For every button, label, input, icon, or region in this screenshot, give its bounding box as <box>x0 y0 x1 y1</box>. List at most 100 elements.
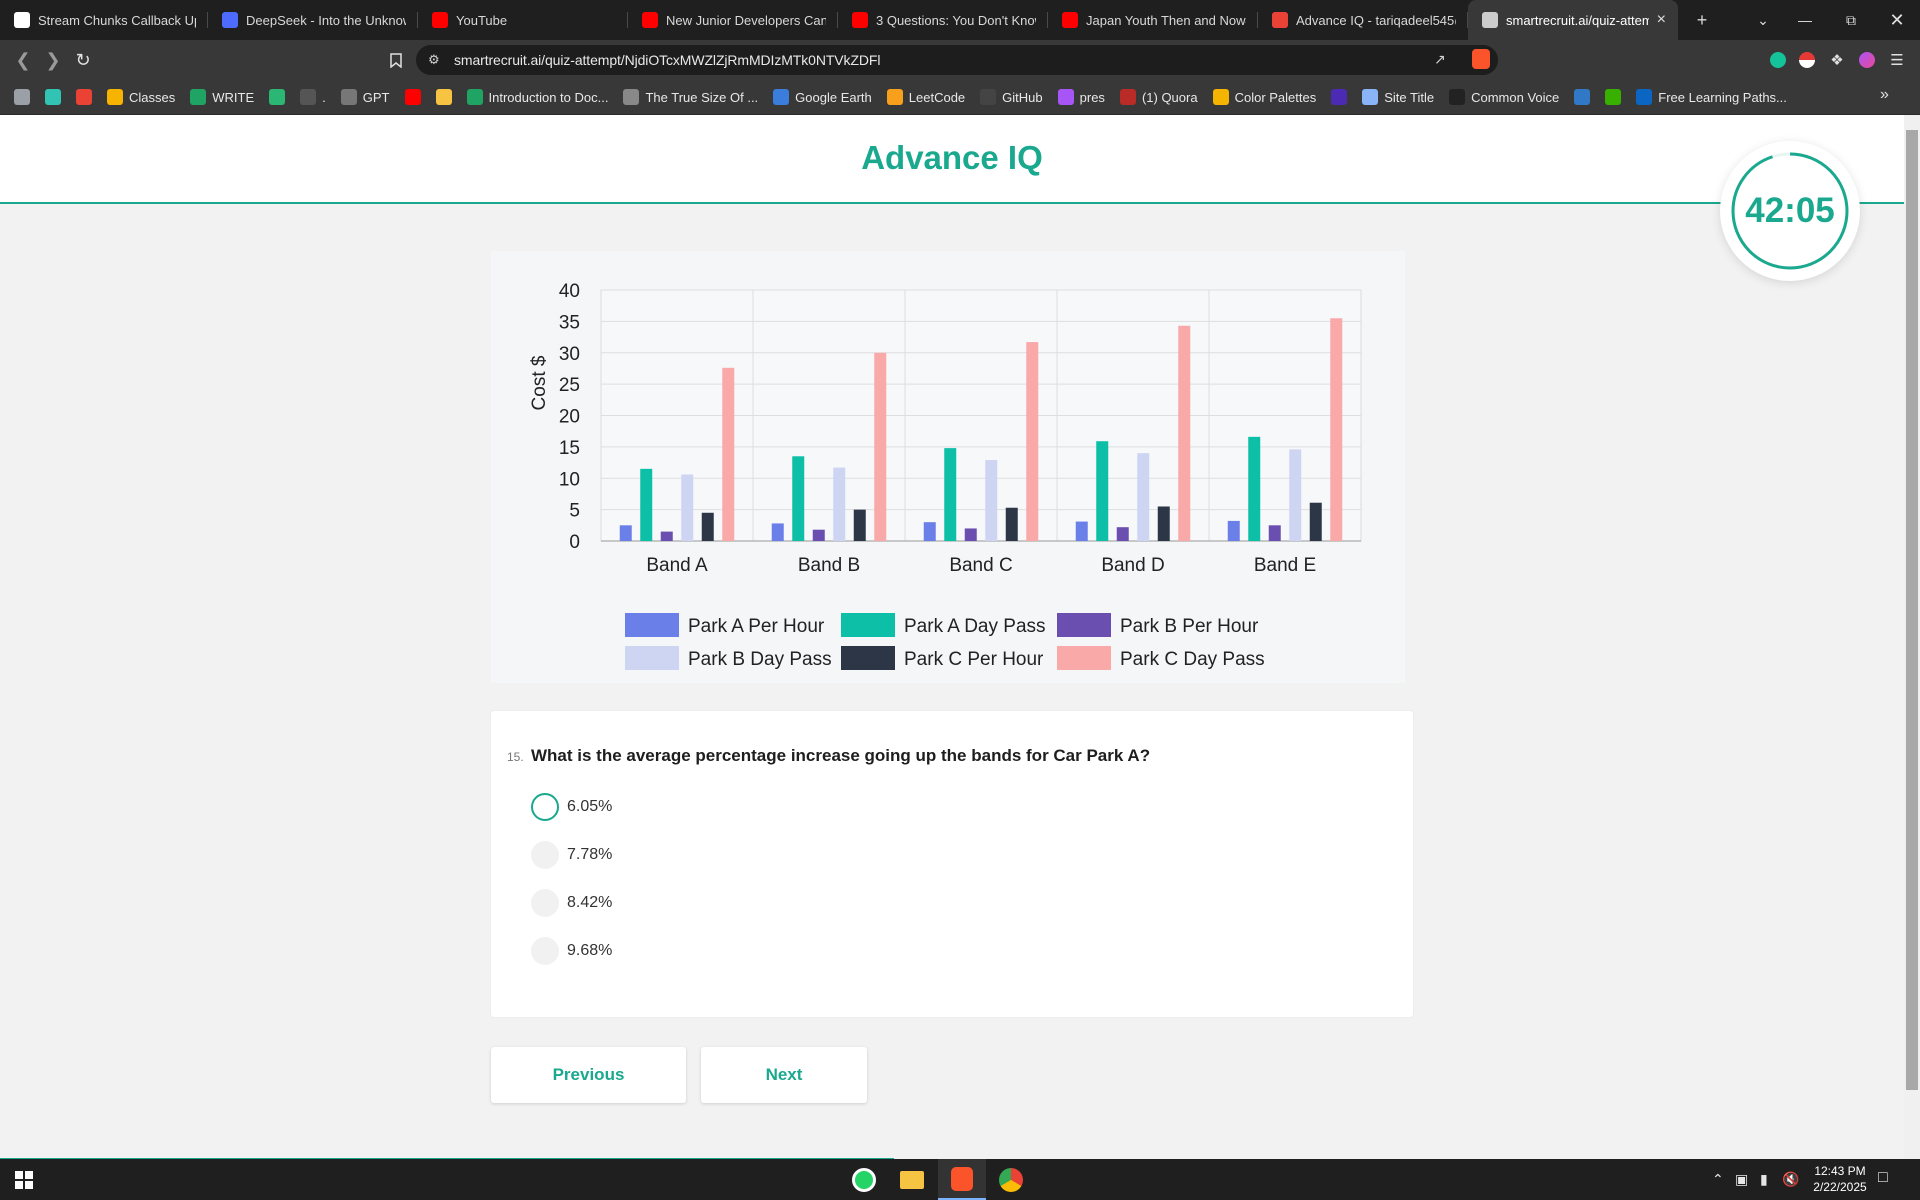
bar <box>619 525 632 541</box>
bookmark-item[interactable] <box>435 89 452 105</box>
bookmark-item[interactable] <box>76 89 92 105</box>
share-icon[interactable]: ↗ <box>1434 51 1446 68</box>
bookmark-item[interactable]: Color Palettes <box>1212 89 1317 105</box>
legend-label: Park B Per Hour <box>1120 616 1259 637</box>
browser-tab[interactable]: smartrecruit.ai/quiz-attem × <box>1468 0 1678 40</box>
bar <box>660 531 673 541</box>
bookmark-item[interactable]: . <box>300 89 326 105</box>
bar-chart: 0510152025303540 Band A Band B Band C Band … <box>529 281 1362 670</box>
bookmark-item[interactable]: GitHub <box>980 89 1043 105</box>
pokeball-extension-icon[interactable] <box>1797 50 1817 70</box>
bookmark-page-icon[interactable] <box>386 50 406 70</box>
brave-shield-icon[interactable] <box>1472 49 1490 69</box>
site-settings-icon[interactable]: ⚙ <box>428 52 440 68</box>
file-explorer-icon[interactable] <box>888 1159 936 1200</box>
answer-option-3[interactable]: 8.42% <box>531 888 612 918</box>
bookmark-item[interactable] <box>14 89 30 105</box>
bookmark-label: Color Palettes <box>1234 89 1317 105</box>
browser-tab[interactable]: New Junior Developers Can't A <box>628 0 838 40</box>
bookmark-item[interactable] <box>45 89 61 105</box>
bookmark-item[interactable]: LeetCode <box>886 89 965 105</box>
option-label: 6.05% <box>567 798 613 815</box>
forward-button[interactable]: ❯ <box>38 45 68 75</box>
back-button[interactable]: ❮ <box>8 45 38 75</box>
tab-search-chevron-icon[interactable]: ⌄ <box>1740 0 1786 40</box>
close-tab-icon[interactable]: × <box>1657 11 1666 29</box>
bookmark-item[interactable]: Site Title <box>1362 89 1434 105</box>
bar <box>722 367 735 541</box>
option-label: 8.42% <box>567 894 613 911</box>
browser-tab[interactable]: 3 Questions: You Don't Know J <box>838 0 1048 40</box>
brave-browser-icon[interactable] <box>938 1159 986 1200</box>
bookmark-item[interactable]: The True Size Of ... <box>623 89 758 105</box>
bookmark-item[interactable]: Classes <box>107 89 175 105</box>
tray-chevron-icon[interactable]: ⌃ <box>1712 1171 1724 1188</box>
radio-button[interactable] <box>531 937 559 965</box>
notifications-icon[interactable]: □ <box>1878 1169 1888 1187</box>
chart-card: 0 5 10 15 20 25 30 35 40 Band A Band B Band C Band … <box>491 251 1405 683</box>
bookmark-item[interactable]: (1) Quora <box>1119 89 1198 105</box>
bookmark-item[interactable]: Introduction to Doc... <box>466 89 608 105</box>
gamma-icon <box>1057 89 1074 105</box>
tab-title: New Junior Developers Can't A <box>666 12 826 28</box>
youtube-icon <box>1062 12 1078 28</box>
answer-option-1[interactable]: 6.05% <box>531 792 612 822</box>
browser-tab-bar: Stream Chunks Callback Upda DeepSeek - In… <box>0 0 1920 40</box>
whatsapp-icon[interactable] <box>840 1159 888 1200</box>
scrollbar-thumb[interactable] <box>1906 130 1918 1090</box>
answer-option-2[interactable]: 7.78% <box>531 840 612 870</box>
radio-button[interactable] <box>531 889 559 917</box>
grammarly-icon[interactable] <box>1768 50 1788 70</box>
extensions-puzzle-icon[interactable]: ❖ <box>1827 50 1847 70</box>
answer-option-4[interactable]: 9.68% <box>531 936 612 966</box>
github-icon <box>980 89 997 105</box>
bookmark-item[interactable] <box>404 89 421 105</box>
windows-start-icon[interactable] <box>0 1159 48 1200</box>
network-icon[interactable]: ▣ <box>1735 1171 1748 1188</box>
minimize-button[interactable]: — <box>1782 0 1828 40</box>
menu-hamburger-icon[interactable]: ☰ <box>1887 50 1907 70</box>
new-tab-button[interactable]: + <box>1682 10 1722 31</box>
chrome-icon[interactable] <box>987 1159 1035 1200</box>
bookmark-item[interactable]: Google Earth <box>773 89 872 105</box>
tab-title: 3 Questions: You Don't Know J <box>876 12 1036 28</box>
bookmark-item[interactable]: WRITE <box>190 89 254 105</box>
y-tick-label: 25 <box>559 375 580 396</box>
browser-tab[interactable]: YouTube <box>418 0 628 40</box>
browser-tab[interactable]: Stream Chunks Callback Upda <box>0 0 208 40</box>
profile-avatar-icon[interactable] <box>1857 50 1877 70</box>
mozilla-icon <box>1449 89 1466 105</box>
gmail-icon <box>76 89 92 105</box>
restore-button[interactable]: ⧉ <box>1828 0 1874 40</box>
address-bar[interactable]: ⚙ smartrecruit.ai/quiz-attempt/NjdiOTcxM… <box>416 45 1498 75</box>
browser-tab[interactable]: Advance IQ - tariqadeel545@ <box>1258 0 1468 40</box>
bookmark-item[interactable]: Free Learning Paths... <box>1636 89 1787 105</box>
y-tick-label: 15 <box>559 438 580 459</box>
bookmark-item[interactable] <box>1574 89 1591 105</box>
bar <box>1116 527 1129 541</box>
bookmark-item[interactable]: GPT <box>340 89 390 105</box>
bookmark-item[interactable] <box>1605 89 1622 105</box>
battery-icon[interactable]: ▮ <box>1760 1171 1768 1188</box>
bookmark-label: Site Title <box>1384 89 1435 105</box>
bookmark-item[interactable] <box>1331 89 1348 105</box>
bookmark-item[interactable]: Common Voice <box>1449 89 1559 105</box>
system-clock[interactable]: 12:43 PM 2/22/2025 <box>1800 1163 1880 1195</box>
x-tick-label: Band E <box>1254 555 1316 576</box>
close-window-button[interactable]: ✕ <box>1874 0 1920 40</box>
bookmark-item[interactable] <box>269 89 286 105</box>
next-button[interactable]: Next <box>701 1047 867 1103</box>
browser-tab[interactable]: DeepSeek - Into the Unknown <box>208 0 418 40</box>
bookmark-item[interactable]: pres <box>1057 89 1105 105</box>
tab-strip: Stream Chunks Callback Upda DeepSeek - In… <box>0 0 1678 40</box>
radio-button[interactable] <box>531 793 559 821</box>
browser-tab[interactable]: Japan Youth Then and Now#ja <box>1048 0 1258 40</box>
fn-icon <box>269 89 286 105</box>
reload-button[interactable]: ↻ <box>68 45 98 75</box>
bar <box>1178 325 1191 541</box>
volume-muted-icon[interactable]: 🔇 <box>1782 1171 1799 1188</box>
bar <box>1330 318 1343 541</box>
more-bookmarks-chevron-icon[interactable]: » <box>1880 86 1889 104</box>
radio-button[interactable] <box>531 841 559 869</box>
previous-button[interactable]: Previous <box>491 1047 686 1103</box>
